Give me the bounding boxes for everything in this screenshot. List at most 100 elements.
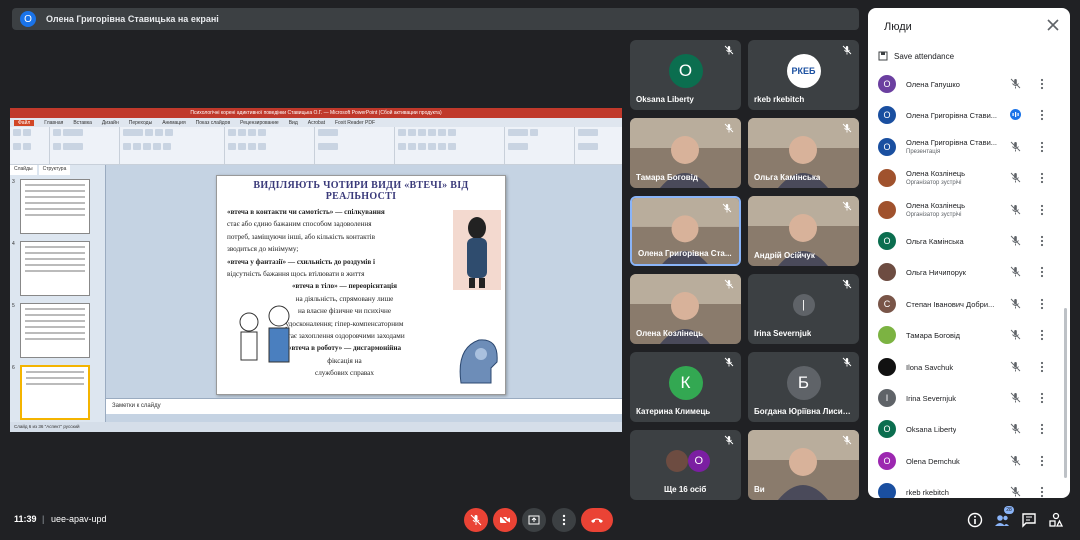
- mic-off-icon[interactable]: [1010, 298, 1021, 309]
- mic-off-icon[interactable]: [1010, 266, 1021, 277]
- speaking-icon[interactable]: [1010, 109, 1021, 121]
- more-vert-icon[interactable]: [1040, 266, 1044, 278]
- participant-tile[interactable]: Олена Григорівна Ста...: [630, 196, 741, 266]
- mic-off-icon[interactable]: [1010, 235, 1021, 246]
- participant-row[interactable]: Ilona Savchuk: [868, 353, 1070, 381]
- participant-avatar: Б: [786, 365, 821, 400]
- ribbon-tab[interactable]: Анимация: [162, 120, 185, 126]
- participant-row[interactable]: С Степан Іванович Добри...: [868, 290, 1070, 318]
- participant-row[interactable]: O Oksana Liberty: [868, 415, 1070, 443]
- mic-off-icon[interactable]: [1010, 141, 1021, 152]
- participant-row[interactable]: Ольга Ничипорук: [868, 258, 1070, 286]
- ribbon-tab[interactable]: Acrobat: [308, 120, 325, 126]
- ribbon-tab[interactable]: Рецензирование: [240, 120, 279, 126]
- participant-row[interactable]: О Олена Гапушко: [868, 70, 1070, 98]
- current-slide: ВИДІЛЯЮТЬ ЧОТИРИ ВИДИ «ВТЕЧІ» ВІД РЕАЛЬН…: [216, 175, 506, 395]
- save-attendance-button[interactable]: Save attendance: [878, 51, 954, 61]
- participant-tile[interactable]: O Oksana Liberty: [630, 40, 741, 110]
- more-vert-icon[interactable]: [1040, 172, 1044, 184]
- ribbon-tab[interactable]: Файл: [14, 119, 35, 126]
- slide-thumbnail-selected[interactable]: [20, 365, 90, 420]
- participant-tile-name: Олена Григорівна Ста...: [638, 249, 732, 258]
- participant-avatar: [878, 326, 896, 345]
- more-vert-icon[interactable]: [1040, 204, 1044, 216]
- participant-row[interactable]: О Олена Григорівна Стави... Презентація: [868, 133, 1070, 161]
- mic-off-icon[interactable]: [1010, 329, 1021, 340]
- ribbon-tab[interactable]: Дизайн: [102, 120, 119, 126]
- more-vert-icon[interactable]: [1040, 486, 1044, 498]
- ribbon-tab[interactable]: Главная: [44, 120, 63, 126]
- mic-off-icon[interactable]: [1010, 486, 1021, 497]
- mic-off-icon[interactable]: [1010, 361, 1021, 372]
- ppt-status-bar: Слайд 6 из 36 "Аспект" русский: [10, 422, 622, 432]
- mic-off-icon[interactable]: [1010, 455, 1021, 466]
- more-vert-icon[interactable]: [1040, 361, 1044, 373]
- leave-call-button[interactable]: [581, 508, 613, 532]
- ribbon-tab[interactable]: Foxit Reader PDF: [335, 120, 375, 126]
- tab-outline[interactable]: Структура: [38, 165, 71, 175]
- participant-row[interactable]: Тамара Боговід: [868, 321, 1070, 349]
- mic-off-icon[interactable]: [1010, 78, 1021, 89]
- hang-up-icon: [591, 518, 603, 523]
- mic-off-icon[interactable]: [1010, 423, 1021, 434]
- participant-row[interactable]: O Olena Demchuk: [868, 447, 1070, 475]
- slide-thumbnail[interactable]: [20, 179, 90, 234]
- participant-row[interactable]: rkeb rkebitch: [868, 478, 1070, 498]
- participant-tile[interactable]: РКЕБ rkeb rkebitch: [748, 40, 859, 110]
- close-icon[interactable]: [1046, 18, 1060, 32]
- info-icon[interactable]: [967, 512, 983, 528]
- more-vert-icon[interactable]: [1040, 141, 1044, 153]
- slide-line: зводиться до мінімуму;: [227, 245, 299, 254]
- slide-thumbnail[interactable]: [20, 303, 90, 358]
- people-panel: Люди Save attendance О Олена Гапушко О Олен…: [868, 8, 1070, 498]
- participant-row[interactable]: Олена Козлінець Організатор зустрічі: [868, 196, 1070, 224]
- present-now-button[interactable]: [522, 508, 546, 532]
- mic-off-icon[interactable]: [1010, 172, 1021, 183]
- ribbon-tab[interactable]: Вид: [289, 120, 298, 126]
- slide-notes[interactable]: Заметки к слайду: [106, 398, 622, 414]
- participant-tile[interactable]: Ви: [748, 430, 859, 500]
- participant-tile[interactable]: Ольга Камінська: [748, 118, 859, 188]
- slide-line: «втеча в тіло» — переорієнтація: [291, 282, 398, 291]
- more-vert-icon[interactable]: [1040, 298, 1044, 310]
- participant-row[interactable]: Олена Козлінець Організатор зустрічі: [868, 164, 1070, 192]
- camera-off-button[interactable]: [493, 508, 517, 532]
- activities-icon[interactable]: [1048, 512, 1064, 528]
- ribbon-tab[interactable]: Вставка: [73, 120, 92, 126]
- participant-row[interactable]: О Олена Григорівна Стави...: [868, 101, 1070, 129]
- participant-tile[interactable]: Б Богдана Юріївна Лисиц...: [748, 352, 859, 422]
- people-icon[interactable]: [994, 512, 1010, 528]
- more-vert-icon[interactable]: [1040, 392, 1044, 404]
- more-vert-icon[interactable]: [1040, 423, 1044, 435]
- participant-scrollbar[interactable]: [1064, 308, 1067, 478]
- more-vert-icon[interactable]: [1040, 455, 1044, 467]
- participant-row[interactable]: I Irina Severnjuk: [868, 384, 1070, 412]
- slide-figure-woman: [453, 210, 501, 290]
- tab-slides[interactable]: Слайды: [10, 165, 37, 175]
- more-vert-icon[interactable]: [1040, 109, 1044, 121]
- participant-tile[interactable]: | Irina Severnjuk: [748, 274, 859, 344]
- more-vert-icon[interactable]: [1040, 329, 1044, 341]
- participant-tile[interactable]: O Ще 16 осіб: [630, 430, 741, 500]
- participant-avatar: О: [878, 137, 896, 156]
- participant-name: Тамара Боговід: [906, 331, 961, 341]
- participant-row[interactable]: О Ольга Камінська: [868, 227, 1070, 255]
- participant-tile[interactable]: К Катерина Климець: [630, 352, 741, 422]
- ribbon-tab[interactable]: Переходы: [129, 120, 152, 126]
- participant-tile[interactable]: Олена Козлінець: [630, 274, 741, 344]
- participant-tile[interactable]: Тамара Боговід: [630, 118, 741, 188]
- more-vert-icon[interactable]: [1040, 78, 1044, 90]
- participant-tile[interactable]: Андрій Осійчук: [748, 196, 859, 266]
- slide-thumbnail[interactable]: [20, 241, 90, 296]
- ribbon-tab[interactable]: Показ слайдов: [196, 120, 230, 126]
- slide-line: службових справах: [315, 369, 374, 378]
- participant-name: Степан Іванович Добри...: [906, 299, 995, 309]
- presenter-avatar: О: [20, 11, 36, 27]
- more-vert-icon[interactable]: [1040, 235, 1044, 247]
- chat-icon[interactable]: [1021, 512, 1037, 528]
- more-options-button[interactable]: [552, 508, 576, 532]
- mic-off-icon[interactable]: [1010, 392, 1021, 403]
- mic-off-button[interactable]: [464, 508, 488, 532]
- mic-off-icon[interactable]: [1010, 204, 1021, 215]
- mic-off-icon: [842, 201, 852, 211]
